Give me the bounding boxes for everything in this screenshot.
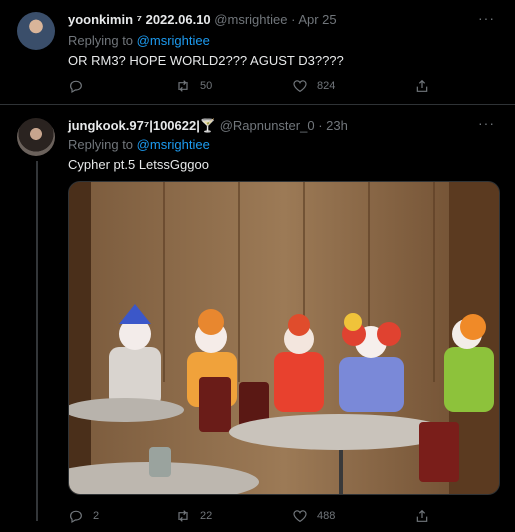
- retweet-icon: [178, 80, 188, 92]
- avatar[interactable]: [17, 12, 55, 50]
- like-count: 488: [317, 510, 336, 522]
- replying-prefix: Replying to: [68, 137, 134, 152]
- retweet-button[interactable]: 50: [175, 78, 212, 94]
- timestamp[interactable]: Apr 25: [298, 12, 336, 27]
- share-icon: [416, 509, 428, 522]
- more-options-button[interactable]: ···: [478, 115, 495, 131]
- retweet-count: 22: [200, 510, 213, 522]
- like-button[interactable]: 824: [292, 78, 335, 94]
- retweet-count: 50: [200, 80, 213, 92]
- separator-dot: ·: [318, 118, 323, 133]
- share-button[interactable]: [414, 78, 439, 94]
- replying-to: Replying to @msrightiee: [68, 33, 210, 48]
- tweet-text: OR RM3? HOPE WORLD2??? AGUST D3????: [68, 53, 344, 68]
- avatar[interactable]: [17, 118, 55, 156]
- user-handle[interactable]: @Rapnunster_0: [220, 118, 315, 133]
- reply-button[interactable]: [68, 78, 93, 94]
- separator-dot: ·: [291, 12, 296, 27]
- replying-prefix: Replying to: [68, 33, 134, 48]
- heart-icon: [293, 80, 307, 93]
- tweet-text: Cypher pt.5 LetssGggoo: [68, 157, 209, 172]
- tweet-header: jungkook.97⁷|100622|🍸 @Rapnunster_0 · 23…: [68, 118, 348, 134]
- reply-button[interactable]: 2: [68, 508, 99, 524]
- share-button[interactable]: [414, 508, 439, 524]
- tweet-actions: 50 824: [68, 78, 448, 96]
- replying-to: Replying to @msrightiee: [68, 137, 210, 152]
- like-button[interactable]: 488: [292, 508, 335, 524]
- display-name[interactable]: jungkook.97⁷|100622|🍸: [68, 118, 216, 133]
- thread-line: [36, 161, 38, 521]
- replying-to-link[interactable]: @msrightiee: [137, 137, 210, 152]
- retweet-button[interactable]: 22: [175, 508, 212, 524]
- retweet-icon: [178, 510, 188, 522]
- timestamp[interactable]: 23h: [326, 118, 348, 133]
- tweet-actions: 2 22 488: [68, 508, 448, 526]
- more-options-button[interactable]: ···: [478, 10, 495, 26]
- heart-icon: [293, 510, 307, 523]
- user-handle[interactable]: @msrightiee: [214, 12, 287, 27]
- like-count: 824: [317, 80, 336, 92]
- display-name[interactable]: yoonkimin ⁷ 2022.06.10: [68, 12, 211, 27]
- reply-count: 2: [93, 510, 100, 522]
- tweet-2[interactable]: jungkook.97⁷|100622|🍸 @Rapnunster_0 · 23…: [0, 105, 515, 532]
- tweet-header: yoonkimin ⁷ 2022.06.10 @msrightiee · Apr…: [68, 12, 337, 27]
- tweet-1[interactable]: yoonkimin ⁷ 2022.06.10 @msrightiee · Apr…: [0, 0, 515, 105]
- reply-icon: [70, 510, 82, 524]
- tweet-photo[interactable]: [68, 181, 500, 495]
- share-icon: [416, 79, 428, 92]
- reply-icon: [70, 80, 82, 94]
- replying-to-link[interactable]: @msrightiee: [137, 33, 210, 48]
- clowns-photo: [69, 182, 499, 494]
